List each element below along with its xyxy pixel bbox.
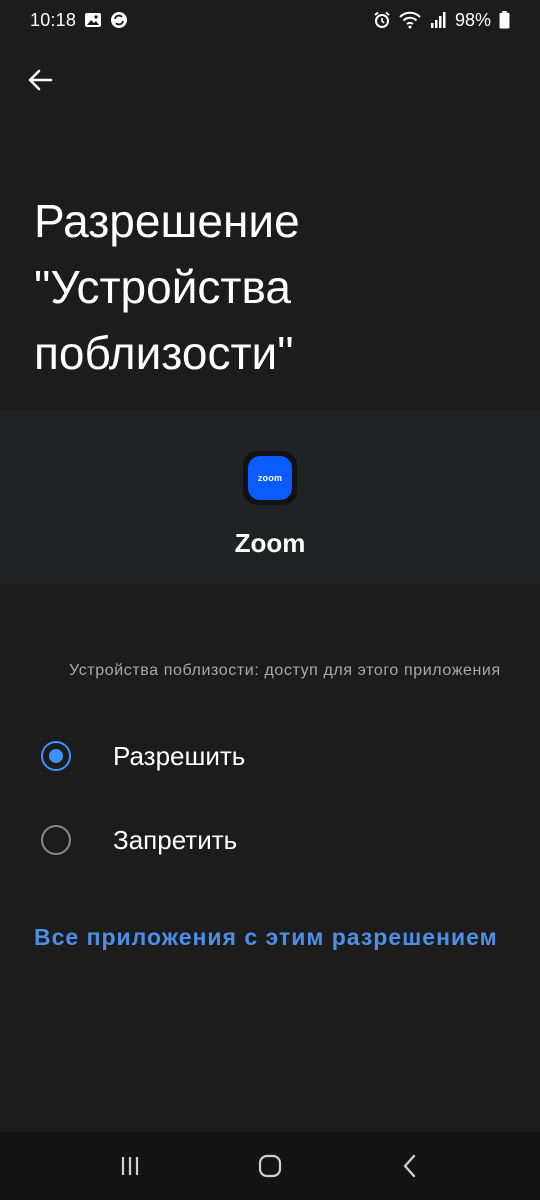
chevron-left-icon [403, 1154, 416, 1178]
radio-button-deny[interactable] [41, 825, 71, 855]
image-icon [85, 13, 102, 27]
arrow-left-icon [28, 69, 53, 91]
radio-label-allow: Разрешить [113, 740, 246, 771]
signal-icon [430, 12, 446, 28]
sync-icon [111, 12, 128, 28]
status-right: 98% [373, 10, 510, 31]
page-title: Разрешение "Устройства поблизости" [34, 195, 300, 379]
permission-screen: 10:18 98% Разрешение "Устройства поблизо… [0, 0, 540, 1200]
all-apps-with-permission-link[interactable]: Все приложения с этим разрешением [34, 922, 504, 953]
home-button[interactable] [240, 1136, 300, 1196]
navigation-bar [0, 1132, 540, 1200]
battery-icon [499, 11, 510, 29]
home-icon [258, 1154, 282, 1178]
status-bar: 10:18 98% [0, 0, 540, 40]
radio-button-allow[interactable] [41, 741, 71, 771]
status-time: 10:18 [30, 9, 77, 30]
app-icon-text: zoom [257, 473, 283, 483]
zoom-app-icon: zoom [248, 456, 292, 500]
nav-back-button[interactable] [380, 1136, 440, 1196]
status-left: 10:18 [30, 10, 128, 31]
app-name: Zoom [234, 528, 306, 558]
recents-icon [121, 1157, 139, 1175]
wifi-icon [399, 11, 421, 29]
permission-section-label: Устройства поблизости: доступ для этого … [69, 662, 501, 679]
radio-option-deny[interactable]: Запретить [0, 808, 540, 872]
alarm-icon [374, 11, 390, 28]
app-icon-frame: zoom [243, 451, 297, 505]
radio-label-deny: Запретить [113, 824, 238, 855]
radio-option-allow[interactable]: Разрешить [0, 724, 540, 788]
battery-percent: 98% [454, 9, 491, 30]
recent-apps-button[interactable] [100, 1136, 160, 1196]
back-button[interactable] [18, 58, 62, 102]
